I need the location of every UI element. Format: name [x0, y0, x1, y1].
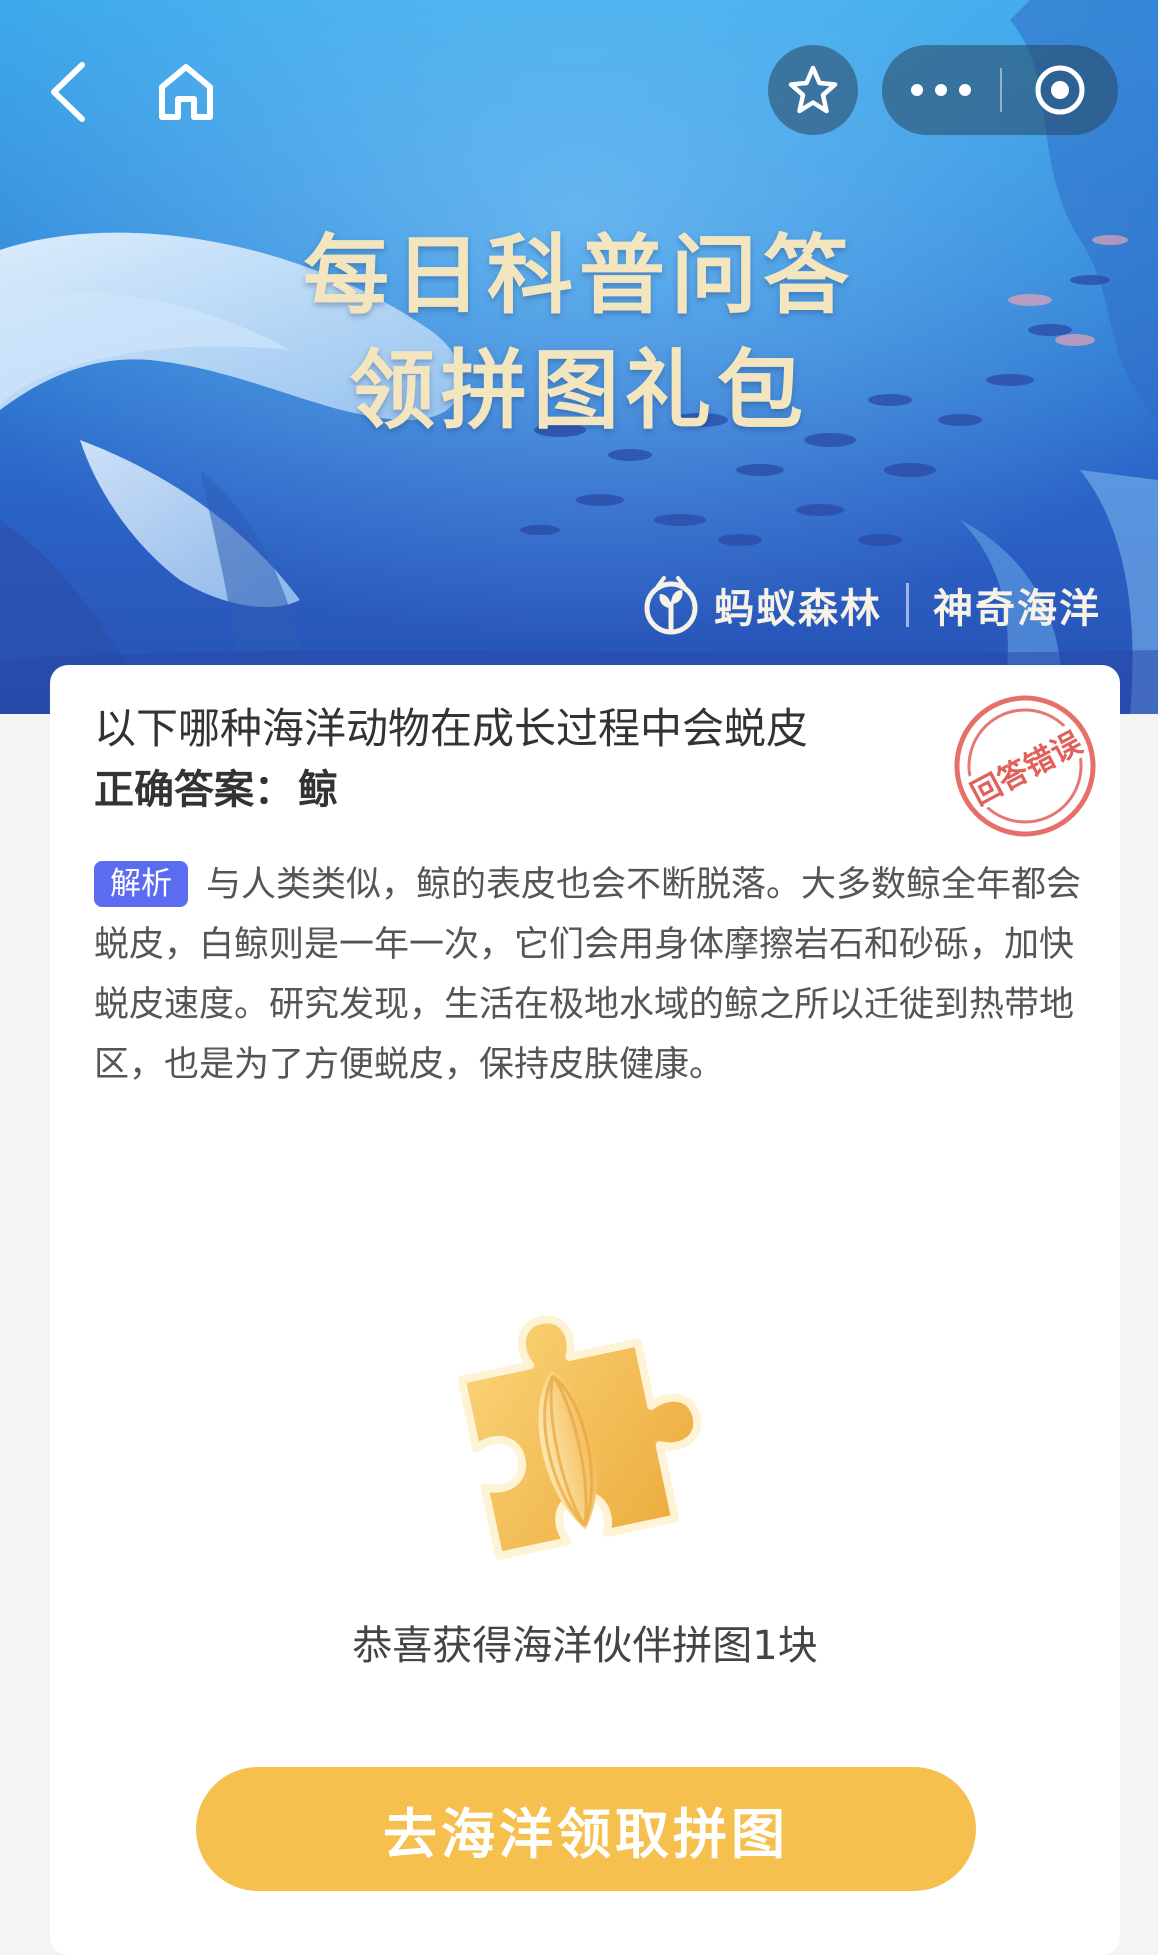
- reward-message: 恭喜获得海洋伙伴拼图1块: [352, 1623, 818, 1669]
- question-text: 以下哪种海洋动物在成长过程中会蜕皮: [94, 704, 809, 753]
- claim-puzzle-button[interactable]: 去海洋领取拼图: [196, 1767, 976, 1891]
- home-icon: [159, 64, 213, 120]
- target-circle-icon: [1035, 65, 1085, 115]
- analysis-text: 与人类类似，鲸的表皮也会不断脱落。大多数鲸全年都会蜕皮，白鲸则是一年一次，它们会…: [94, 865, 1082, 1085]
- answer-value: 鲸: [298, 767, 338, 813]
- answer-label: 正确答案：: [94, 767, 294, 813]
- brand-primary: 蚂蚁森林: [714, 586, 882, 632]
- chevron-left-icon: [51, 62, 85, 122]
- close-miniapp-button[interactable]: [1002, 45, 1118, 135]
- brand-secondary: 神奇海洋: [933, 586, 1101, 632]
- quiz-result-card: 以下哪种海洋动物在成长过程中会蜕皮 正确答案：鲸 回答错误 解析 与人类类似，鲸的…: [50, 665, 1120, 1955]
- banner-title-line1: 每日科普问答: [303, 226, 855, 326]
- menu-capsule: [882, 45, 1118, 135]
- analysis-tag: 解析: [94, 861, 188, 907]
- puzzle-piece-icon: [457, 1315, 702, 1560]
- analysis-block: 解析 与人类类似，鲸的表皮也会不断脱落。大多数鲸全年都会蜕皮，白鲸则是一年一次，它…: [94, 855, 1084, 1095]
- back-button[interactable]: [40, 56, 96, 128]
- brand-row: 蚂蚁森林 神奇海洋: [640, 572, 1101, 638]
- more-dots-icon: [911, 84, 971, 96]
- banner-title-line2: 领拼图礼包: [349, 341, 809, 441]
- wrong-answer-stamp: 回答错误: [954, 695, 1096, 837]
- star-icon: [788, 65, 838, 114]
- ant-forest-logo-icon: [644, 576, 698, 635]
- banner: 每日科普问答 领拼图礼包 蚂蚁森林 神奇海洋: [0, 0, 1158, 714]
- brand-divider: [906, 583, 909, 627]
- more-button[interactable]: [882, 45, 1000, 135]
- home-button[interactable]: [150, 56, 222, 128]
- correct-answer: 正确答案：鲸: [94, 757, 338, 815]
- favorite-button[interactable]: [768, 45, 858, 135]
